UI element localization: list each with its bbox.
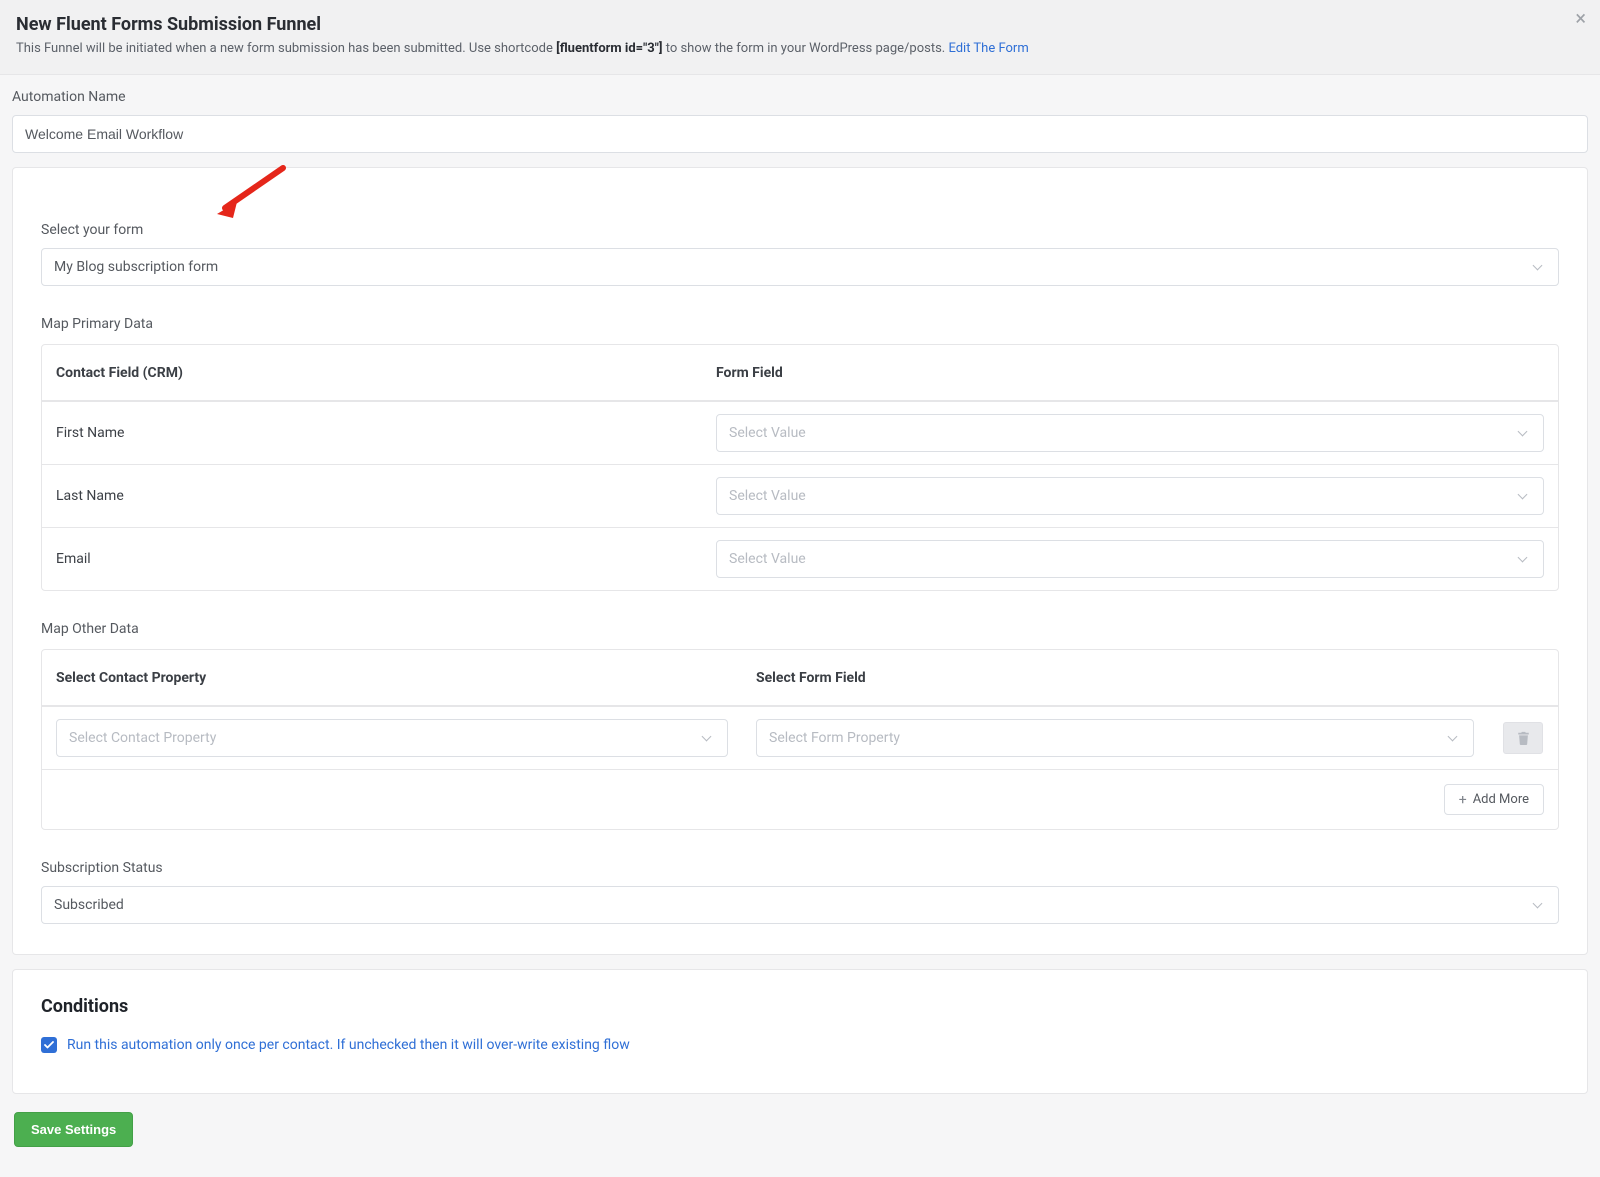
map-other-table: Select Contact Property Select Form Fiel… [41, 649, 1559, 830]
chevron-down-icon [1447, 731, 1461, 745]
table-row: First Name Select Value [42, 401, 1558, 464]
edit-form-link[interactable]: Edit The Form [948, 41, 1028, 56]
form-field-select-email[interactable]: Select Value [716, 540, 1544, 578]
add-more-label: Add More [1473, 792, 1529, 807]
subtitle-text-before: This Funnel will be initiated when a new… [16, 41, 556, 56]
form-field-select-last-name[interactable]: Select Value [716, 477, 1544, 515]
subscription-status-value: Subscribed [54, 897, 124, 913]
map-primary-col1-header: Contact Field (CRM) [42, 353, 702, 393]
subscription-status-label: Subscription Status [41, 860, 1559, 876]
map-other-col2-header: Select Form Field [742, 658, 1488, 698]
automation-name-label: Automation Name [12, 89, 1588, 105]
form-select-value: My Blog subscription form [54, 259, 218, 275]
chevron-down-icon [1517, 489, 1531, 503]
chevron-down-icon [1517, 426, 1531, 440]
contact-field-label: Email [42, 539, 702, 579]
chevron-down-icon [1532, 260, 1546, 274]
page-title: New Fluent Forms Submission Funnel [16, 14, 1584, 35]
delete-row-button[interactable] [1503, 722, 1543, 754]
conditions-title: Conditions [41, 996, 1559, 1017]
select-form-label: Select your form [41, 222, 1559, 238]
add-more-button[interactable]: + Add More [1444, 784, 1544, 815]
subtitle-text-after: to show the form in your WordPress page/… [666, 41, 949, 56]
shortcode-text: [fluentform id="3"] [556, 41, 662, 56]
map-other-heading: Map Other Data [41, 621, 1559, 637]
form-select[interactable]: My Blog subscription form [41, 248, 1559, 286]
trash-icon [1517, 731, 1530, 745]
select-placeholder: Select Value [729, 488, 806, 504]
form-field-select-first-name[interactable]: Select Value [716, 414, 1544, 452]
map-primary-heading: Map Primary Data [41, 316, 1559, 332]
check-icon [44, 1041, 54, 1049]
page-subtitle: This Funnel will be initiated when a new… [16, 41, 1584, 56]
chevron-down-icon [701, 731, 715, 745]
map-other-col1-header: Select Contact Property [42, 658, 742, 698]
save-settings-button[interactable]: Save Settings [14, 1112, 133, 1147]
form-config-panel: Select your form My Blog subscription fo… [12, 167, 1588, 955]
select-placeholder: Select Contact Property [69, 730, 216, 746]
map-primary-col2-header: Form Field [702, 353, 1558, 393]
table-row: Email Select Value [42, 527, 1558, 590]
close-icon[interactable]: × [1575, 8, 1586, 28]
contact-field-label: Last Name [42, 476, 702, 516]
form-property-select[interactable]: Select Form Property [756, 719, 1474, 757]
chevron-down-icon [1532, 898, 1546, 912]
contact-property-select[interactable]: Select Contact Property [56, 719, 728, 757]
select-placeholder: Select Value [729, 551, 806, 567]
run-once-label[interactable]: Run this automation only once per contac… [67, 1037, 630, 1053]
table-row: Last Name Select Value [42, 464, 1558, 527]
contact-field-label: First Name [42, 413, 702, 453]
chevron-down-icon [1517, 552, 1531, 566]
subscription-status-select[interactable]: Subscribed [41, 886, 1559, 924]
automation-name-input[interactable] [12, 115, 1588, 153]
run-once-checkbox[interactable] [41, 1037, 57, 1053]
annotation-arrow-icon [213, 164, 293, 220]
map-primary-table: Contact Field (CRM) Form Field First Nam… [41, 344, 1559, 591]
table-row: Select Contact Property Select Form Prop… [42, 706, 1558, 769]
select-placeholder: Select Value [729, 425, 806, 441]
plus-icon: + [1459, 793, 1467, 807]
conditions-panel: Conditions Run this automation only once… [12, 969, 1588, 1094]
select-placeholder: Select Form Property [769, 730, 900, 746]
page-header: × New Fluent Forms Submission Funnel Thi… [0, 0, 1600, 75]
